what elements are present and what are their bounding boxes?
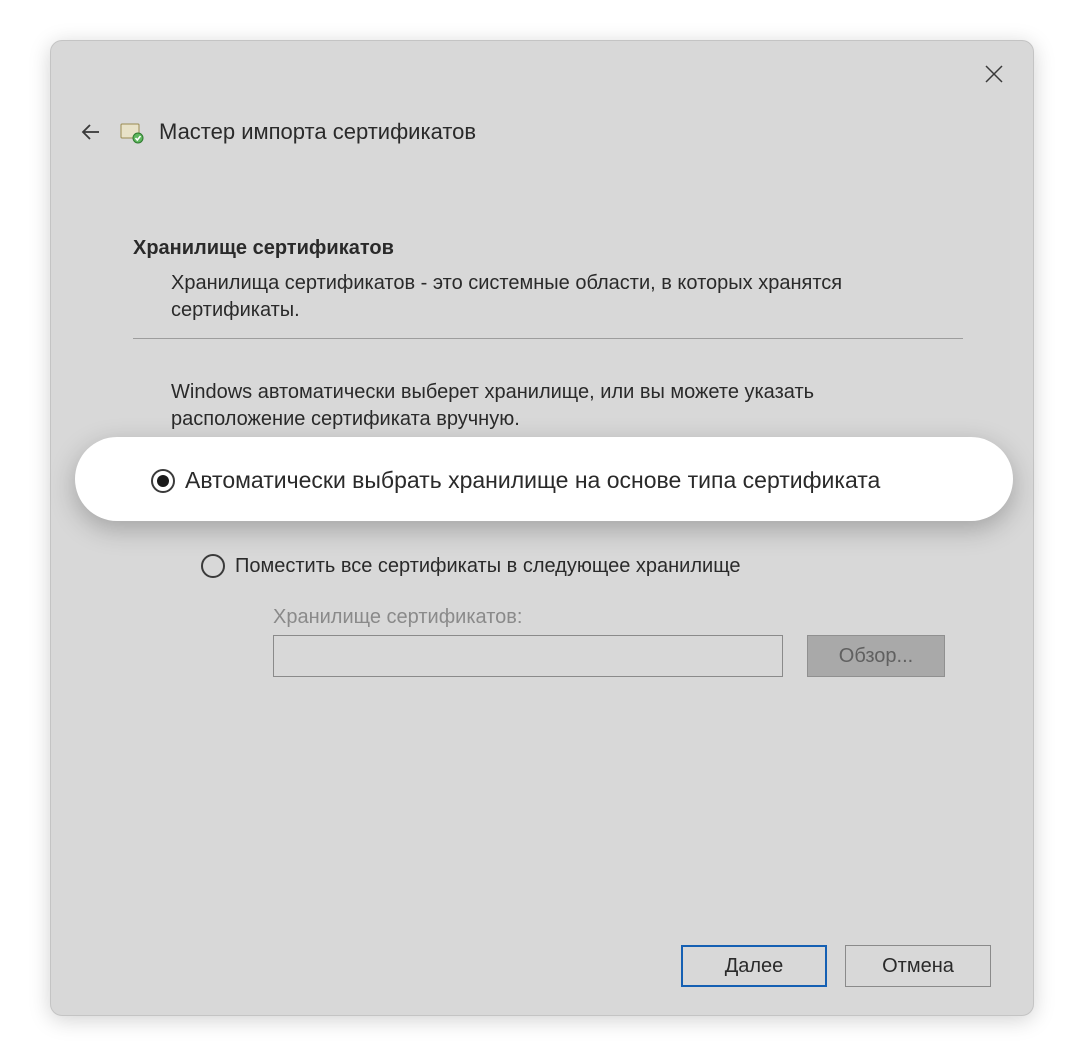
radio-option-auto[interactable]: Автоматически выбрать хранилище на основ…	[151, 467, 963, 494]
certificate-wizard-icon	[117, 117, 147, 147]
radio-icon[interactable]	[201, 554, 225, 578]
certificate-store-label: Хранилище сертификатов:	[273, 606, 963, 629]
radio-label-auto: Автоматически выбрать хранилище на основ…	[185, 467, 880, 494]
back-arrow-icon[interactable]	[77, 118, 105, 146]
storage-mode-radio-group: Автоматически выбрать хранилище на основ…	[133, 467, 963, 677]
certificate-store-input	[273, 635, 783, 677]
certificate-store-row: Обзор...	[273, 635, 963, 677]
certificate-store-area: Хранилище сертификатов: Обзор...	[273, 606, 963, 677]
section-description: Хранилища сертификатов - это системные о…	[171, 270, 851, 324]
section-divider	[133, 338, 963, 339]
wizard-footer: Далее Отмена	[681, 945, 991, 987]
next-button[interactable]: Далее	[681, 945, 827, 987]
wizard-title: Мастер импорта сертификатов	[159, 119, 476, 145]
wizard-content: Хранилище сертификатов Хранилища сертифи…	[133, 237, 963, 677]
radio-label-manual: Поместить все сертификаты в следующее хр…	[235, 555, 741, 578]
radio-option-manual[interactable]: Поместить все сертификаты в следующее хр…	[201, 554, 963, 578]
section-instruction: Windows автоматически выберет хранилище,…	[171, 379, 851, 433]
section-heading: Хранилище сертификатов	[133, 237, 963, 260]
radio-icon[interactable]	[151, 469, 175, 493]
wizard-header: Мастер импорта сертификатов	[77, 117, 476, 147]
certificate-import-wizard-dialog: Мастер импорта сертификатов Хранилище се…	[50, 40, 1034, 1016]
cancel-button[interactable]: Отмена	[845, 945, 991, 987]
close-icon[interactable]	[981, 61, 1007, 87]
browse-button: Обзор...	[807, 635, 945, 677]
